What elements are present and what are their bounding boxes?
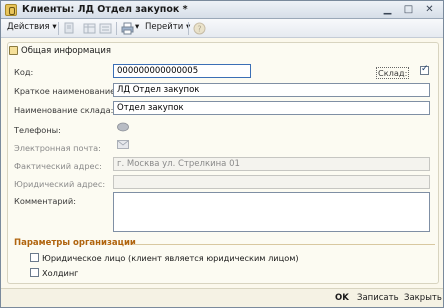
code-label: Код: [14,67,34,77]
org-params-title: Параметры организации [14,238,136,248]
copy-icon[interactable] [63,22,76,35]
phone-icon[interactable] [117,122,129,132]
goto-menu-label: Перейти [145,22,184,32]
phones-label: Телефоны: [14,125,61,135]
comment-label: Комментарий: [14,196,76,206]
holding-label: Холдинг [42,268,79,278]
print-icon[interactable] [121,22,134,35]
holding-checkbox[interactable] [30,268,39,277]
toolbar: Действия ▾ ▾ Перейти ▾ ? [1,19,443,38]
section-divider [134,244,435,245]
email-label: Электронная почта: [14,143,101,153]
warehouse-name-label: Наименование склада: [14,105,114,115]
toolbar-separator [188,22,189,35]
actual-address-label: Фактический адрес: [14,161,102,171]
chevron-down-icon: ▾ [52,22,57,32]
maximize-icon[interactable]: □ [402,4,415,16]
help-icon[interactable]: ? [193,22,206,35]
toolbar-separator [58,22,59,35]
window-title: Клиенты: ЛД Отдел закупок * [22,4,188,15]
close-icon[interactable]: ✕ [423,4,436,16]
short-name-field[interactable]: ЛД Отдел закупок [113,83,430,97]
tab-general-info-label: Общая информация [21,45,111,56]
client-form-window: Клиенты: ЛД Отдел закупок * ▁ □ ✕ Действ… [0,0,444,308]
save-button[interactable]: Записать [357,293,399,303]
actual-address-field[interactable]: г. Москва ул. Стрелкина 01 [113,157,430,171]
warehouse-checkbox[interactable] [420,64,429,75]
chevron-down-icon[interactable]: ▾ [135,22,139,32]
goto-menu[interactable]: Перейти ▾ [145,22,190,32]
warehouse-label: Склад: [376,67,410,79]
app-icon [5,4,17,16]
toolbar-separator [116,22,117,35]
table-icon[interactable] [83,22,96,35]
actions-menu-label: Действия [7,22,50,32]
comment-field[interactable] [113,192,430,232]
code-field[interactable]: 000000000000005 [113,64,251,78]
warehouse-name-field[interactable]: Отдел закупок [113,101,430,115]
legal-entity-label: Юридическое лицо (клиент является юридич… [42,253,299,263]
mail-icon[interactable] [117,140,129,149]
footer-bar: OK Записать Закрыть [1,288,443,307]
list-icon[interactable] [99,22,112,35]
legal-address-label: Юридический адрес: [14,179,106,189]
folder-icon [9,46,18,55]
legal-address-field[interactable] [113,175,430,189]
title-bar[interactable]: Клиенты: ЛД Отдел закупок * ▁ □ ✕ [1,1,443,19]
minimize-icon[interactable]: ▁ [381,4,394,16]
close-button[interactable]: Закрыть [404,293,442,303]
ok-button[interactable]: OK [335,293,349,303]
svg-text:?: ? [197,25,201,34]
tab-general-info[interactable]: Общая информация [9,44,111,57]
short-name-label: Краткое наименование [14,86,116,96]
legal-entity-checkbox[interactable] [30,253,39,262]
actions-menu[interactable]: Действия ▾ [7,22,57,32]
